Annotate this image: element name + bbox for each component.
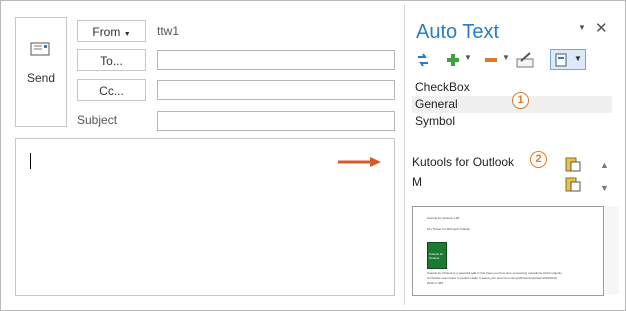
outlook-window: Send From ▼ ttw1 To... Cc... Subject Aut… <box>0 0 626 311</box>
preview-scrollbar[interactable] <box>605 206 619 294</box>
remove-icon[interactable] <box>483 51 499 69</box>
paste-icon[interactable] <box>565 176 581 192</box>
insert-dropdown-icon: ▼ <box>574 54 582 63</box>
scroll-down-icon[interactable]: ▼ <box>600 183 609 193</box>
rename-icon[interactable] <box>516 51 534 69</box>
paste-icon[interactable] <box>565 156 581 172</box>
from-value: ttw1 <box>157 24 180 38</box>
send-label: Send <box>26 71 56 85</box>
subject-field[interactable] <box>157 111 395 131</box>
subject-label: Subject <box>77 113 118 127</box>
auto-text-entry[interactable]: M <box>412 175 422 189</box>
preview-line: Kutools for Outlook 1.00 <box>427 216 460 220</box>
book-caption: Kutools for Outlook <box>429 252 444 260</box>
auto-text-pane: Auto Text ▼ ✕ ▼ ▼ ▼ CheckBox General Sym <box>404 5 623 305</box>
add-dropdown-icon[interactable]: ▼ <box>464 53 472 62</box>
message-body[interactable] <box>15 138 395 296</box>
scroll-up-icon[interactable]: ▲ <box>600 160 609 170</box>
category-item[interactable]: CheckBox <box>412 79 612 96</box>
cc-field[interactable] <box>157 80 395 100</box>
arrow-right-icon <box>338 157 381 167</box>
preview-line: 2016 or 365 <box>427 281 444 285</box>
send-envelope-icon <box>30 42 50 56</box>
insert-icon <box>555 53 567 67</box>
from-label: From <box>92 25 121 39</box>
preview-line: Kutools for Outlook is a powerful add-in… <box>427 271 562 275</box>
text-cursor <box>30 153 31 169</box>
chevron-down-icon: ▼ <box>123 31 131 38</box>
refresh-icon[interactable] <box>415 51 431 69</box>
product-box-image: Kutools for Outlook <box>427 242 447 269</box>
to-field[interactable] <box>157 50 395 70</box>
step-marker: 2 <box>530 151 547 168</box>
preview-line: of Outlook users have to perform daily. … <box>427 276 558 280</box>
step-marker: 1 <box>512 92 529 109</box>
pane-title: Auto Text <box>416 21 500 43</box>
to-button[interactable]: To... <box>77 49 146 71</box>
insert-button[interactable]: ▼ <box>550 49 586 70</box>
entry-preview: Kutools for Outlook 1.00 10+ Power for M… <box>412 206 604 296</box>
close-icon[interactable]: ✕ <box>595 19 608 37</box>
send-button[interactable]: Send <box>15 17 67 127</box>
preview-line: 10+ Power for Microsoft Outlook <box>427 227 470 231</box>
compose-area: Send From ▼ ttw1 To... Cc... Subject <box>5 5 401 303</box>
from-button[interactable]: From ▼ <box>77 20 146 42</box>
auto-text-entry[interactable]: Kutools for Outlook <box>412 155 514 169</box>
pane-options-icon[interactable]: ▼ <box>578 23 586 32</box>
cc-button[interactable]: Cc... <box>77 79 146 101</box>
category-item[interactable]: Symbol <box>412 113 612 130</box>
add-icon[interactable] <box>445 51 461 69</box>
remove-dropdown-icon[interactable]: ▼ <box>502 53 510 62</box>
